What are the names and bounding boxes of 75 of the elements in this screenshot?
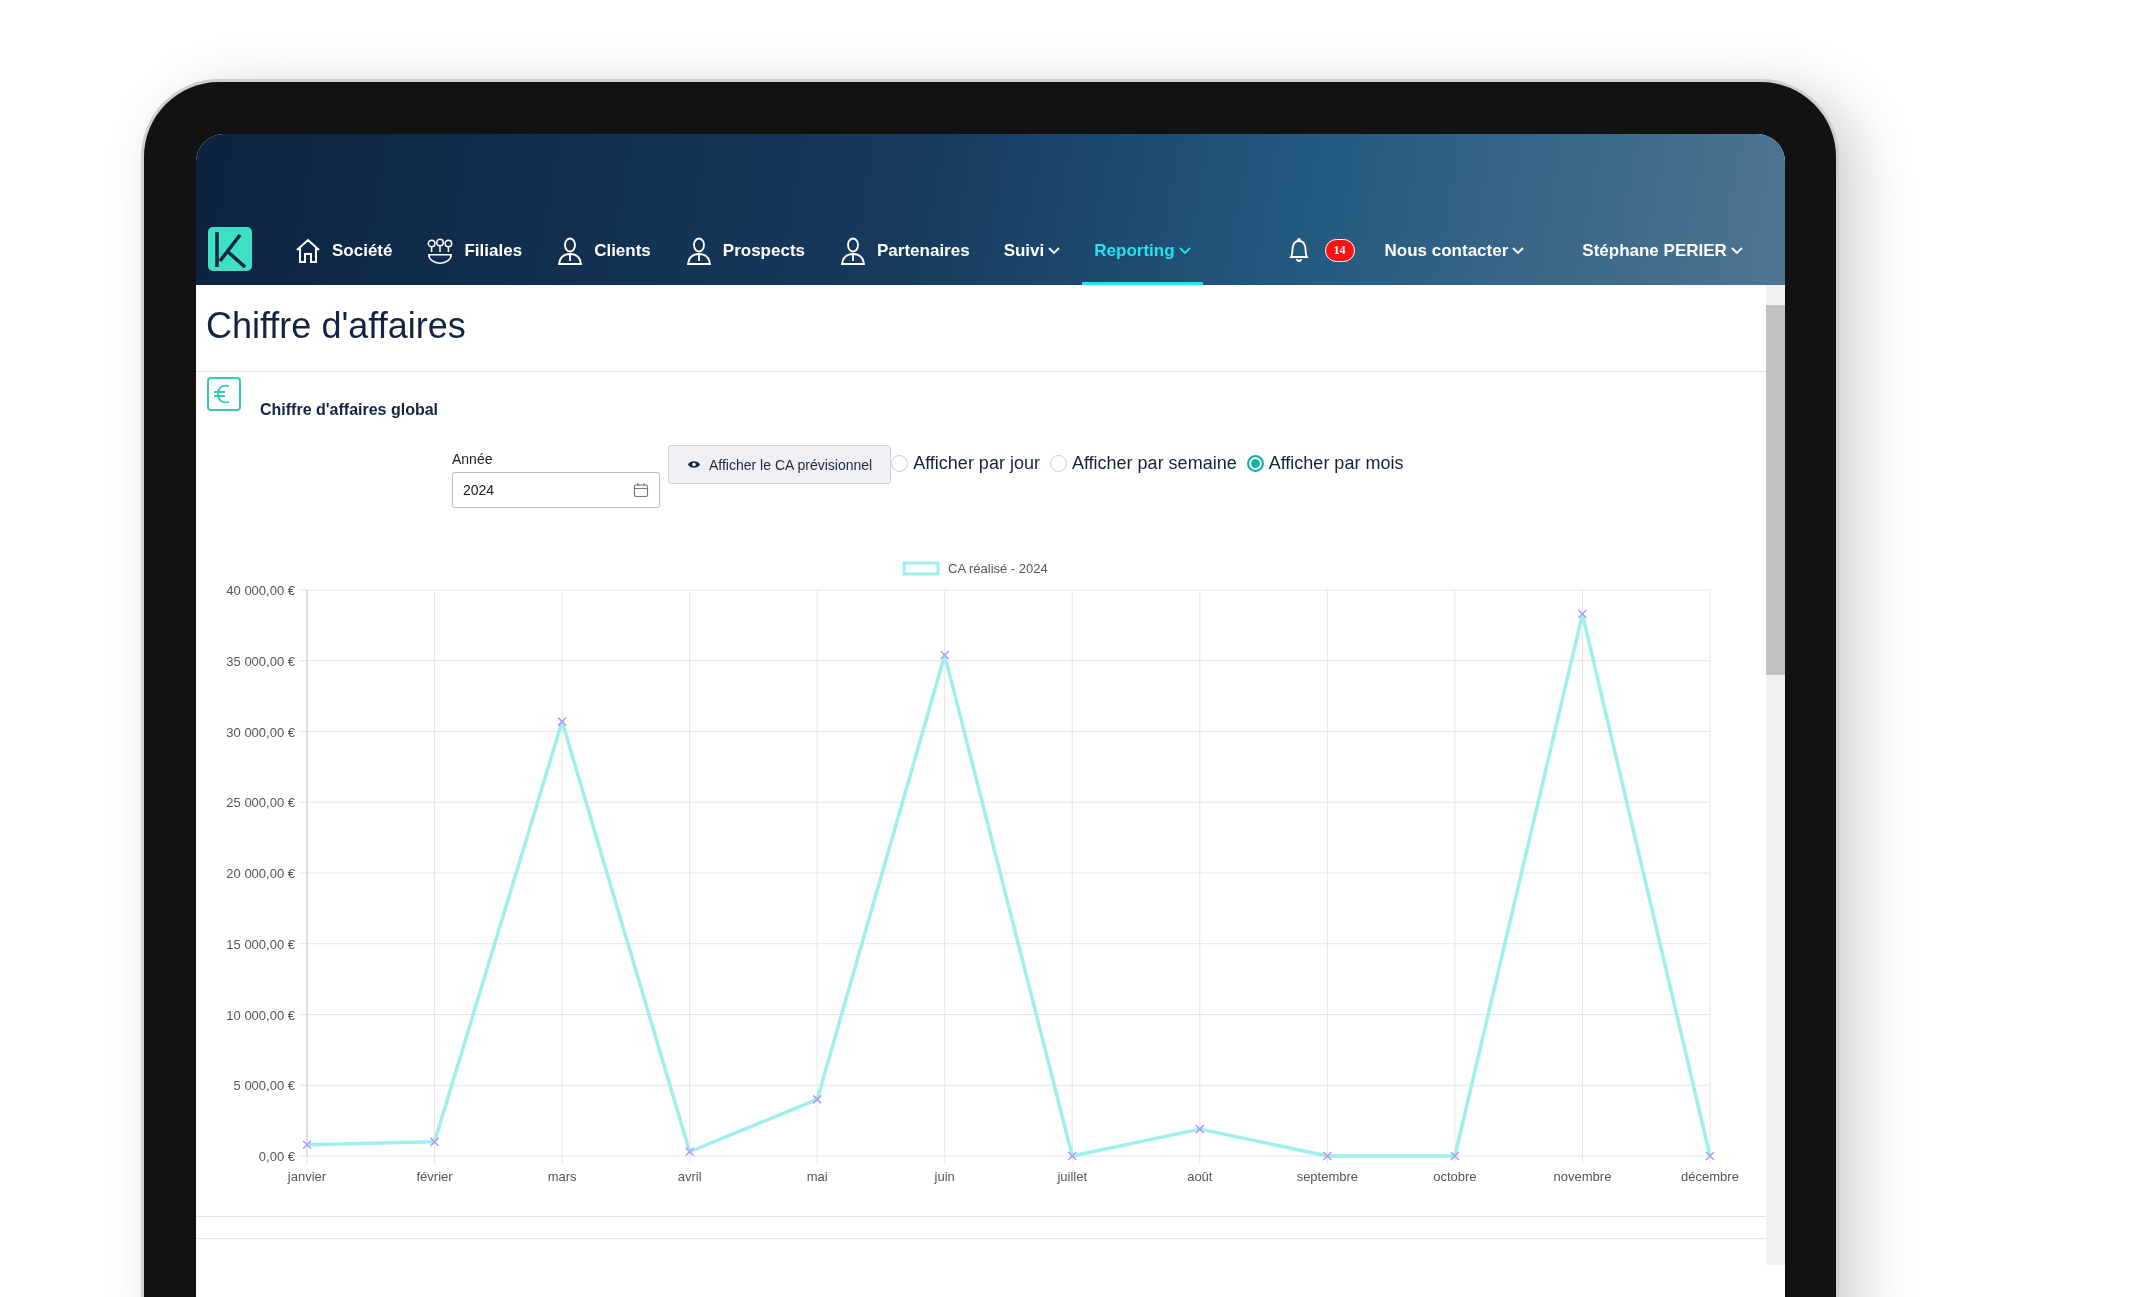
globe-pins-icon (426, 236, 455, 265)
x-axis-label: novembre (1553, 1169, 1612, 1184)
logo-icon (208, 227, 252, 271)
data-point (1705, 1151, 1715, 1161)
house-icon (294, 236, 322, 265)
nav-item[interactable]: Filiales (426, 219, 523, 285)
y-axis-label: 0,00 € (258, 1149, 295, 1164)
nav-item[interactable]: Suivi (1003, 219, 1061, 285)
radio-button[interactable] (891, 455, 909, 472)
radio-button[interactable] (1246, 455, 1264, 472)
radio-button[interactable] (1049, 455, 1067, 472)
scrollbar[interactable] (1766, 285, 1785, 1265)
data-point (1450, 1151, 1460, 1161)
x-axis-label: septembre (1296, 1169, 1359, 1184)
data-point (429, 1137, 440, 1147)
notification-badge: 14 (1324, 239, 1355, 262)
x-axis-label: mars (547, 1169, 577, 1184)
radio-label[interactable]: Afficher par mois (1268, 453, 1404, 474)
y-axis-label: 25 000,00 € (226, 795, 295, 811)
x-axis-label: avril (677, 1169, 702, 1184)
data-point (557, 716, 567, 727)
contact-menu[interactable]: Nous contacter (1384, 219, 1525, 285)
data-point (1195, 1124, 1205, 1134)
x-axis-label: août (1187, 1169, 1213, 1184)
caret-icon (1730, 246, 1743, 255)
person-icon (684, 236, 713, 265)
card-title: Chiffre d'affaires global (260, 401, 439, 419)
x-axis-label: mai (806, 1169, 828, 1184)
y-axis-label: 20 000,00 € (226, 866, 295, 881)
nav-label: Prospects (722, 240, 805, 261)
nav-item[interactable]: Prospects (684, 219, 805, 285)
radio-label[interactable]: Afficher par jour (913, 453, 1040, 474)
nav-item[interactable]: Clients (556, 219, 651, 285)
radio-label[interactable]: Afficher par semaine (1071, 453, 1237, 474)
data-point (684, 1147, 695, 1157)
data-point (940, 650, 950, 660)
data-point (1577, 609, 1588, 619)
nav-item[interactable]: Reporting (1082, 219, 1203, 285)
person-icon (839, 236, 867, 265)
data-point (302, 1139, 312, 1150)
field-label: Année (452, 451, 494, 467)
nav-label: Clients (594, 240, 651, 261)
user-menu[interactable]: Stéphane PERIER (1582, 219, 1743, 285)
eye-icon (687, 460, 701, 469)
data-point (1322, 1151, 1333, 1161)
nav-label: Partenaires (877, 240, 970, 261)
nav-label: Société (332, 240, 393, 261)
data-point (812, 1094, 822, 1105)
nav-label: Suivi (1003, 240, 1045, 261)
y-axis-label: 40 000,00 € (226, 583, 295, 598)
x-axis-label: décembre (1681, 1169, 1739, 1184)
euro-icon (207, 377, 241, 411)
y-axis-label: 15 000,00 € (226, 936, 295, 952)
x-axis-label: février (416, 1169, 453, 1184)
forecast-button[interactable]: Afficher le CA prévisionnel (668, 445, 892, 484)
legend-label: CA réalisé - 2024 (948, 561, 1048, 576)
nav-label: Filiales (464, 240, 523, 261)
person-icon (556, 236, 585, 265)
nav-item[interactable]: Société (294, 219, 393, 285)
y-axis-label: 30 000,00 € (226, 724, 295, 740)
x-axis-label: janvier (287, 1169, 327, 1184)
x-axis-label: juin (934, 1169, 955, 1184)
y-axis-label: 35 000,00 € (226, 653, 295, 669)
y-axis-label: 10 000,00 € (226, 1007, 295, 1023)
x-axis-label: juillet (1057, 1169, 1088, 1184)
chart-legend: CA réalisé - 2024 (902, 561, 1048, 576)
year-field[interactable]: 2024 (452, 472, 660, 508)
nav-item[interactable]: Partenaires (839, 219, 970, 285)
caret-icon (1512, 246, 1525, 255)
page-title: Chiffre d'affaires (196, 285, 1766, 372)
y-axis-label: 5 000,00 € (233, 1078, 295, 1094)
data-point (1067, 1151, 1077, 1161)
calendar-icon (633, 482, 649, 498)
x-axis-label: octobre (1433, 1169, 1477, 1184)
nav-label: Reporting (1094, 240, 1175, 261)
